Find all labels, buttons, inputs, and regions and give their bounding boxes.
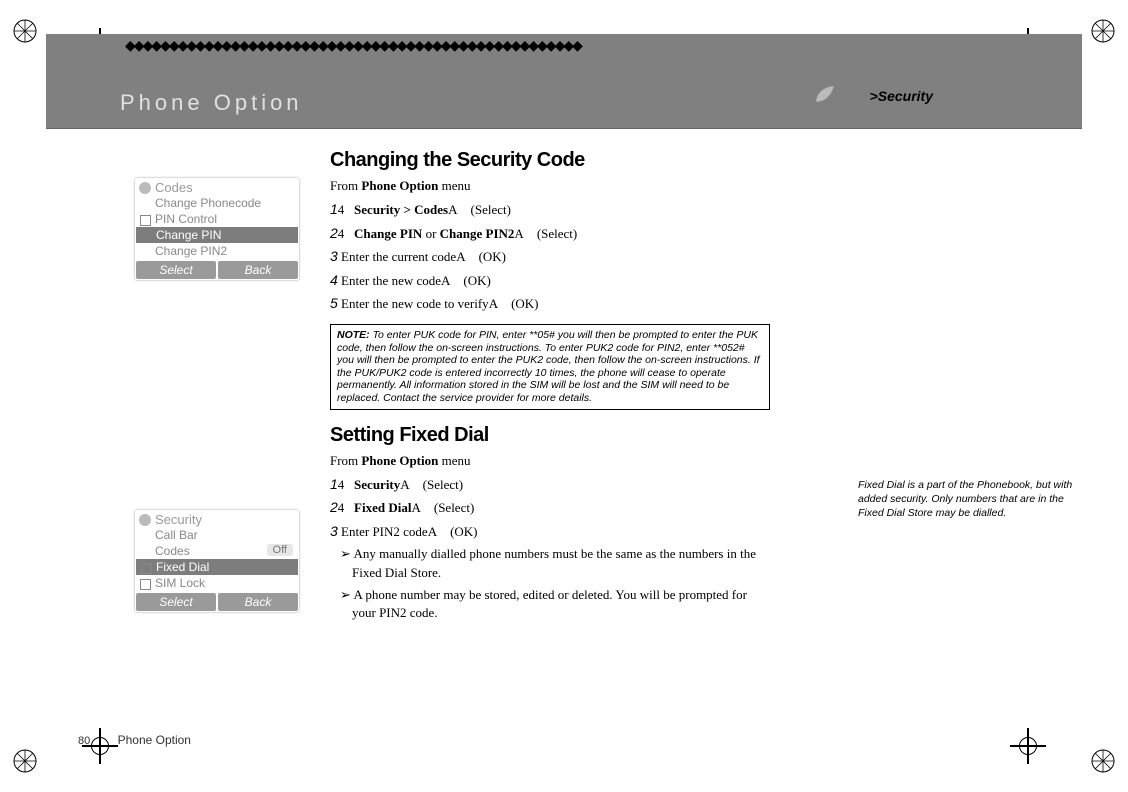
phone-row-selected: Fixed Dial: [136, 559, 298, 575]
step: 14 SecurityA (Select): [330, 475, 770, 495]
step: 5 Enter the new code to verifyA (OK): [330, 294, 770, 314]
phone-row: Change PIN2: [135, 243, 299, 259]
footer-chapter: Phone Option: [118, 733, 191, 747]
registration-mark-icon: [1090, 18, 1116, 44]
phone-screenshot-security: Security Call Bar CodesOff Fixed Dial SI…: [135, 510, 299, 612]
registration-mark-icon: [1090, 748, 1116, 774]
step: 3 Enter PIN2 codeA (OK): [330, 522, 770, 542]
crosshair-icon: [1010, 728, 1046, 764]
phone-row: Call Bar: [135, 527, 299, 543]
bullet: ➢ Any manually dialled phone numbers mus…: [330, 545, 770, 581]
softkey-select: Select: [136, 261, 216, 279]
step: 3 Enter the current codeA (OK): [330, 247, 770, 267]
intro-line: From Phone Option menu: [330, 453, 770, 469]
margin-note: Fixed Dial is a part of the Phonebook, b…: [858, 478, 1078, 521]
step: 4 Enter the new codeA (OK): [330, 271, 770, 291]
chapter-title: Phone Option: [120, 90, 303, 116]
phone-row: SIM Lock: [135, 575, 299, 591]
softkey-select: Select: [136, 593, 216, 611]
phone-row: Change Phonecode: [135, 195, 299, 211]
step: 14 Security > CodesA (Select): [330, 200, 770, 220]
phone-row: CodesOff: [135, 543, 299, 559]
registration-mark-icon: [12, 18, 38, 44]
softkey-back: Back: [218, 593, 298, 611]
bullet: ➢ A phone number may be stored, edited o…: [330, 586, 770, 622]
heading-setting-fixed-dial: Setting Fixed Dial: [330, 424, 770, 447]
phone-row: PIN Control: [135, 211, 299, 227]
phone-screenshot-codes: Codes Change Phonecode PIN Control Chang…: [135, 178, 299, 280]
step: 24 Change PIN or Change PIN2A (Select): [330, 224, 770, 244]
leaf-icon: [812, 82, 836, 106]
section-marker: >Security: [870, 88, 933, 104]
phone-row-selected: Change PIN: [136, 227, 298, 243]
intro-line: From Phone Option menu: [330, 178, 770, 194]
header-ornament: ◆◆◆◆◆◆◆◆◆◆◆◆◆◆◆◆◆◆◆◆◆◆◆◆◆◆◆◆◆◆◆◆◆◆◆◆◆◆◆◆…: [125, 38, 581, 55]
page-number: 80: [78, 735, 90, 747]
note-text: To enter PUK code for PIN, enter **05# y…: [337, 329, 760, 404]
registration-mark-icon: [12, 748, 38, 774]
heading-changing-security-code: Changing the Security Code: [330, 149, 770, 172]
divider: [46, 128, 1082, 130]
softkey-back: Back: [218, 261, 298, 279]
step: 24 Fixed DialA (Select): [330, 498, 770, 518]
footer: 80 Phone Option: [78, 733, 191, 747]
main-content: Changing the Security Code From Phone Op…: [330, 145, 770, 626]
note-box: NOTE: To enter PUK code for PIN, enter *…: [330, 324, 770, 410]
phone-screen-title: Security: [135, 510, 299, 527]
phone-screen-title: Codes: [135, 178, 299, 195]
